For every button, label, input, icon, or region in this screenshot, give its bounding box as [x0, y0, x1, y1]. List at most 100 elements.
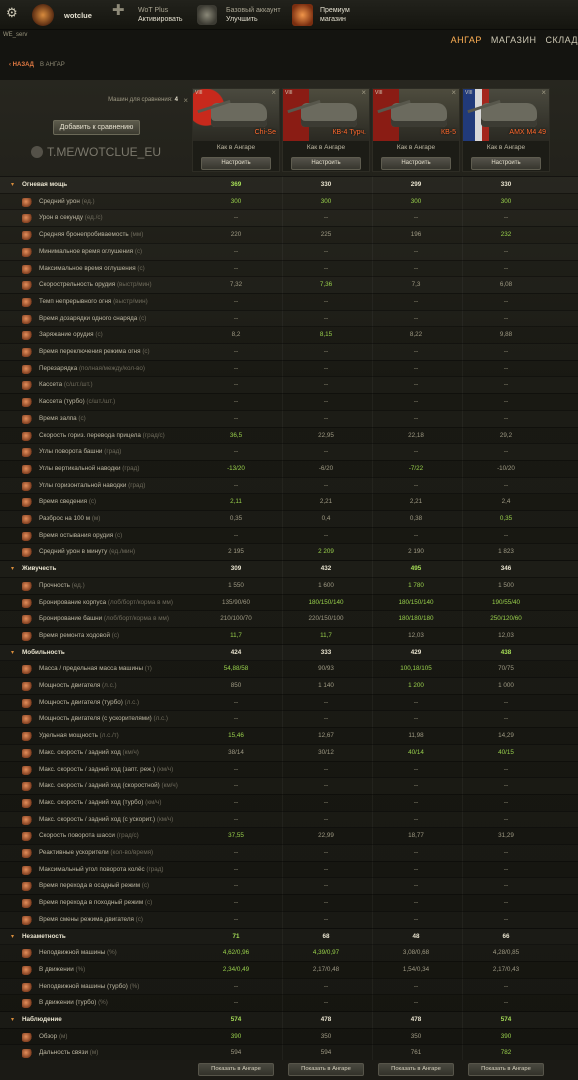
stat-value: 2 190	[408, 548, 424, 556]
stat-value: --	[413, 899, 419, 907]
stat-value: 210/100/70	[220, 615, 252, 623]
stat-label: Прочность (ед.)	[39, 578, 85, 594]
stat-row: Макс. скорость / задний ход (запт. реж.)…	[0, 760, 578, 778]
stat-label: Время залпа (с)	[39, 411, 86, 427]
stat-value: --	[413, 364, 419, 372]
stat-label: Скорость гориз. перевода прицела (град/с…	[39, 428, 165, 444]
premium-shop-icon[interactable]	[292, 4, 313, 26]
stat-row: Разброс на 100 м (м) 0,35 0,4 0,38 0,35	[0, 510, 578, 527]
stat-name: Макс. скорость / задний ход (запт. реж.)	[39, 765, 156, 773]
stat-label: Скорость поворота шасси (град/с)	[39, 828, 139, 844]
stat-value: -10/20	[497, 464, 515, 472]
remove-tank-close-icon[interactable]: ×	[541, 88, 546, 97]
stat-value: 300	[410, 197, 422, 205]
wotplus-button[interactable]: WoT Plus Активировать	[138, 6, 183, 36]
stat-icon	[22, 782, 32, 792]
show-in-hangar-button[interactable]: Показать в Ангаре	[378, 1063, 454, 1076]
configure-button[interactable]: Настроить	[471, 157, 541, 170]
show-in-hangar-button[interactable]: Показать в Ангаре	[198, 1063, 274, 1076]
stat-icon	[22, 999, 32, 1009]
stat-value: --	[503, 815, 509, 823]
stat-icon	[22, 331, 32, 341]
stat-icon	[22, 398, 32, 408]
breadcrumb-hangar[interactable]: В АНГАР	[40, 62, 65, 68]
remove-tank-close-icon[interactable]: ×	[271, 88, 276, 97]
collapse-chevron-icon[interactable]: ▾	[11, 1012, 14, 1028]
collapse-chevron-icon[interactable]: ▾	[11, 645, 14, 661]
section-header[interactable]: ▾ Огневая мощь 369 330 299 330	[0, 176, 578, 193]
stat-value: --	[233, 414, 239, 422]
basic-account-button[interactable]: Базовый аккаунт Улучшить	[226, 6, 281, 36]
stat-unit: (град/с)	[142, 431, 165, 439]
stat-name: Время остывания орудия	[39, 531, 114, 539]
compare-count-label: Машин для сравнения:	[108, 97, 173, 103]
stat-value: 1 823	[498, 548, 514, 556]
stat-icon	[22, 882, 32, 892]
tank-name: КВ-4 Турч.	[332, 129, 366, 136]
clear-all-close-icon[interactable]: ×	[183, 96, 188, 105]
configure-button[interactable]: Настроить	[381, 157, 451, 170]
premium-shop-button[interactable]: Премиум магазин	[320, 6, 350, 36]
stat-name: Время залпа	[39, 414, 77, 422]
stat-value: 594	[320, 1049, 332, 1057]
section-header[interactable]: ▾ Живучесть 309 432 495 346	[0, 560, 578, 577]
stat-value: 40/14	[408, 748, 424, 756]
stat-value: --	[503, 247, 509, 255]
stat-value: --	[503, 999, 509, 1007]
stat-icon	[22, 849, 32, 858]
stat-row: Макс. скорость / задний ход (скоростной)…	[0, 777, 578, 794]
stat-value: -6/20	[318, 464, 334, 472]
stat-row: Бронирование корпуса (лоб/борт/корма в м…	[0, 593, 578, 611]
stat-name: Разброс на 100 м	[39, 515, 91, 522]
stat-value: --	[323, 865, 329, 873]
stat-value: 36,5	[229, 431, 243, 439]
stat-label: Урон в секунду (ед./с)	[39, 210, 103, 226]
stat-value: 1 500	[498, 581, 514, 589]
footer-bar: Показать в Ангаре Показать в Ангаре Показа…	[0, 1060, 578, 1080]
stat-label: Время перехода в осадный режим (с)	[39, 878, 149, 894]
remove-tank-close-icon[interactable]: ×	[361, 88, 366, 97]
section-header[interactable]: ▾ Мобильность 424 333 429 438	[0, 643, 578, 661]
section-title: Незаметность	[22, 929, 66, 945]
account-emblem-icon[interactable]	[197, 5, 217, 25]
nav-depot[interactable]: СКЛАД	[545, 35, 578, 45]
stat-unit: (л.с.)	[124, 698, 140, 706]
stat-row: Урон в секунду (ед./с) -- -- -- --	[0, 209, 578, 226]
configure-button[interactable]: Настроить	[291, 157, 361, 170]
collapse-chevron-icon[interactable]: ▾	[11, 929, 14, 945]
stat-row: Мощность двигателя (с ускорителями) (л.с…	[0, 710, 578, 727]
stat-icon	[22, 314, 32, 324]
stat-value: 180/150/140	[308, 598, 344, 606]
plus-icon[interactable]: ✚	[112, 3, 125, 36]
nav-hangar[interactable]: АНГАР	[451, 35, 482, 45]
add-to-compare-button[interactable]: Добавить к сравнению	[53, 120, 140, 135]
stat-value: 478	[410, 1016, 422, 1023]
stat-value: 7,36	[319, 281, 333, 289]
stat-label: Время остывания орудия (с)	[39, 528, 122, 544]
configure-button[interactable]: Настроить	[201, 157, 271, 170]
stat-value: --	[233, 247, 239, 255]
avatar[interactable]	[32, 4, 54, 26]
stat-name: Углы горизонтальной наводки	[39, 481, 127, 489]
stat-unit: (с)	[111, 631, 120, 639]
nav-shop[interactable]: МАГАЗИН	[491, 35, 537, 45]
stat-value: 2,21	[409, 498, 423, 506]
collapse-chevron-icon[interactable]: ▾	[11, 561, 14, 577]
remove-tank-close-icon[interactable]: ×	[451, 88, 456, 97]
back-button[interactable]: ‹ НАЗАД	[9, 62, 34, 68]
stat-value: 232	[500, 231, 512, 239]
stat-value: --	[323, 849, 329, 856]
section-header[interactable]: ▾ Наблюдение 574 478 478 574	[0, 1011, 578, 1028]
show-in-hangar-button[interactable]: Показать в Ангаре	[288, 1063, 364, 1076]
show-in-hangar-button[interactable]: Показать в Ангаре	[468, 1063, 544, 1076]
stat-unit: (с/шт./шт.)	[86, 398, 116, 406]
stat-name: Углы вертикальной наводки	[39, 464, 121, 472]
username[interactable]: wotclue	[64, 11, 92, 41]
collapse-chevron-icon[interactable]: ▾	[11, 177, 14, 193]
stat-value: --	[413, 398, 419, 406]
stat-value: 66	[502, 932, 510, 940]
stat-value: --	[413, 698, 419, 706]
section-header[interactable]: ▾ Незаметность 71 68 48 66	[0, 927, 578, 945]
stat-row: Максимальный угол поворота колёс (град) -…	[0, 860, 578, 878]
stat-icon	[22, 281, 32, 291]
